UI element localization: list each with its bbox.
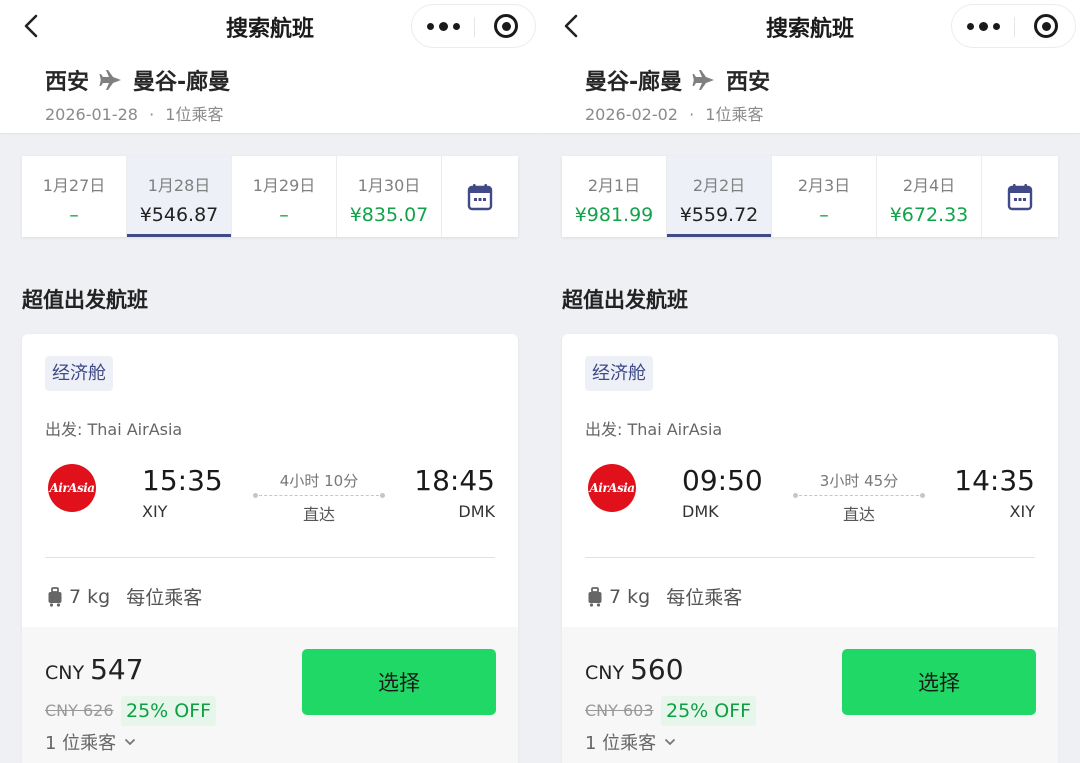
price: CNY 560 xyxy=(585,653,684,686)
stops-label: 直达 xyxy=(842,505,875,524)
calendar-button[interactable] xyxy=(442,156,518,237)
section-title: 超值出发航班 xyxy=(22,288,148,312)
flight-duration: 3小时 45分 xyxy=(819,472,899,490)
select-button[interactable]: 选择 xyxy=(302,649,496,715)
chevron-down-icon xyxy=(664,738,676,746)
select-button[interactable]: 选择 xyxy=(842,649,1036,715)
luggage-icon xyxy=(587,586,603,607)
plane-icon xyxy=(692,69,716,91)
calendar-icon xyxy=(1007,183,1033,210)
arrival-airport-code: XIY xyxy=(1009,502,1035,521)
mini-program-capsule xyxy=(951,4,1076,48)
currency: CNY xyxy=(45,662,85,684)
route-subtitle: 2026-02-02 · 1位乘客 xyxy=(585,105,764,124)
search-panel-return: 搜索航班 曼谷-廊曼 西安 2026-02-02 · 1位乘客 2月1日 ¥98 xyxy=(540,0,1080,763)
route-to: 曼谷-廊曼 xyxy=(133,70,231,95)
cabin-class-badge: 经济舱 xyxy=(45,356,113,391)
route-subtitle: 2026-01-28 · 1位乘客 xyxy=(45,105,224,124)
route-to: 西安 xyxy=(726,70,771,95)
arrival-time: 14:35 xyxy=(954,464,1035,497)
flight-duration: 4小时 10分 xyxy=(279,472,359,490)
close-miniprogram-button[interactable] xyxy=(1015,5,1077,47)
divider xyxy=(585,557,1035,558)
baggage-info: 7 kg 每位乘客 xyxy=(587,583,742,610)
travel-date: 2026-02-02 xyxy=(585,105,678,124)
date-option[interactable]: 1月29日 – xyxy=(232,156,337,237)
arrival-airport-code: DMK xyxy=(458,502,495,521)
more-dots-icon xyxy=(426,22,434,30)
airline-logo: AirAsia xyxy=(48,464,96,512)
discount-badge: 25% OFF xyxy=(661,696,757,726)
airline-logo: AirAsia xyxy=(588,464,636,512)
passenger-selector[interactable]: 1 位乘客 xyxy=(585,729,676,755)
price-section: CNY 547 CNY 626 25% OFF 1 位乘客 选择 xyxy=(22,627,518,763)
baggage-weight: 7 kg xyxy=(69,585,111,608)
duration-line xyxy=(793,493,925,498)
original-price: CNY 603 xyxy=(585,701,654,720)
currency: CNY xyxy=(585,662,625,684)
airline-label: 出发: Thai AirAsia xyxy=(45,420,183,439)
date-option[interactable]: 2月1日 ¥981.99 xyxy=(562,156,667,237)
more-button[interactable] xyxy=(952,5,1014,47)
flight-card[interactable]: 经济舱 出发: Thai AirAsia AirAsia 09:50 DMK 3… xyxy=(562,334,1058,763)
chevron-down-icon xyxy=(124,738,136,746)
header: 搜索航班 曼谷-廊曼 西安 2026-02-02 · 1位乘客 xyxy=(540,0,1080,133)
date-selector: 2月1日 ¥981.99 2月2日 ¥559.72 2月3日 – 2月4日 ¥6… xyxy=(562,156,1058,237)
travel-date: 2026-01-28 xyxy=(45,105,138,124)
close-miniprogram-button[interactable] xyxy=(475,5,537,47)
plane-icon xyxy=(99,69,123,91)
cabin-class-badge: 经济舱 xyxy=(585,356,653,391)
section-title: 超值出发航班 xyxy=(562,288,688,312)
baggage-weight: 7 kg xyxy=(609,585,651,608)
route-summary: 西安 曼谷-廊曼 xyxy=(45,64,230,96)
date-option-selected[interactable]: 2月2日 ¥559.72 xyxy=(667,156,772,237)
date-option[interactable]: 1月30日 ¥835.07 xyxy=(337,156,442,237)
divider xyxy=(45,557,495,558)
departure-time: 15:35 xyxy=(142,464,223,497)
discount-badge: 25% OFF xyxy=(121,696,217,726)
baggage-note: 每位乘客 xyxy=(666,587,743,609)
more-button[interactable] xyxy=(412,5,474,47)
original-price: CNY 626 xyxy=(45,701,114,720)
date-option-selected[interactable]: 1月28日 ¥546.87 xyxy=(127,156,232,237)
departure-airport-code: DMK xyxy=(682,502,719,521)
baggage-note: 每位乘客 xyxy=(126,587,203,609)
header: 搜索航班 西安 曼谷-廊曼 2026-01-28 · 1位乘客 xyxy=(0,0,540,133)
arrival-time: 18:45 xyxy=(414,464,495,497)
calendar-icon xyxy=(467,183,493,210)
airline-label: 出发: Thai AirAsia xyxy=(585,420,723,439)
passenger-selector[interactable]: 1 位乘客 xyxy=(45,729,136,755)
price-section: CNY 560 CNY 603 25% OFF 1 位乘客 选择 xyxy=(562,627,1058,763)
search-panel-outbound: 搜索航班 西安 曼谷-廊曼 2026-01-28 · 1位乘客 1月27日 – xyxy=(0,0,540,763)
departure-airport-code: XIY xyxy=(142,502,168,521)
route-from: 西安 xyxy=(45,70,90,95)
passenger-count: 1位乘客 xyxy=(165,105,224,124)
price: CNY 547 xyxy=(45,653,144,686)
date-selector: 1月27日 – 1月28日 ¥546.87 1月29日 – 1月30日 ¥835… xyxy=(22,156,518,237)
more-dots-icon xyxy=(966,22,974,30)
flight-card[interactable]: 经济舱 出发: Thai AirAsia AirAsia 15:35 XIY 4… xyxy=(22,334,518,763)
baggage-info: 7 kg 每位乘客 xyxy=(47,583,202,610)
passenger-count: 1位乘客 xyxy=(705,105,764,124)
mini-program-capsule xyxy=(411,4,536,48)
route-summary: 曼谷-廊曼 西安 xyxy=(585,64,770,96)
target-icon xyxy=(1034,14,1058,38)
stops-label: 直达 xyxy=(302,505,335,524)
calendar-button[interactable] xyxy=(982,156,1058,237)
date-option[interactable]: 1月27日 – xyxy=(22,156,127,237)
departure-time: 09:50 xyxy=(682,464,763,497)
luggage-icon xyxy=(47,586,63,607)
duration-line xyxy=(253,493,385,498)
route-from: 曼谷-廊曼 xyxy=(585,70,683,95)
date-option[interactable]: 2月4日 ¥672.33 xyxy=(877,156,982,237)
price-amount: 560 xyxy=(630,653,684,686)
target-icon xyxy=(494,14,518,38)
price-amount: 547 xyxy=(90,653,144,686)
date-option[interactable]: 2月3日 – xyxy=(772,156,877,237)
